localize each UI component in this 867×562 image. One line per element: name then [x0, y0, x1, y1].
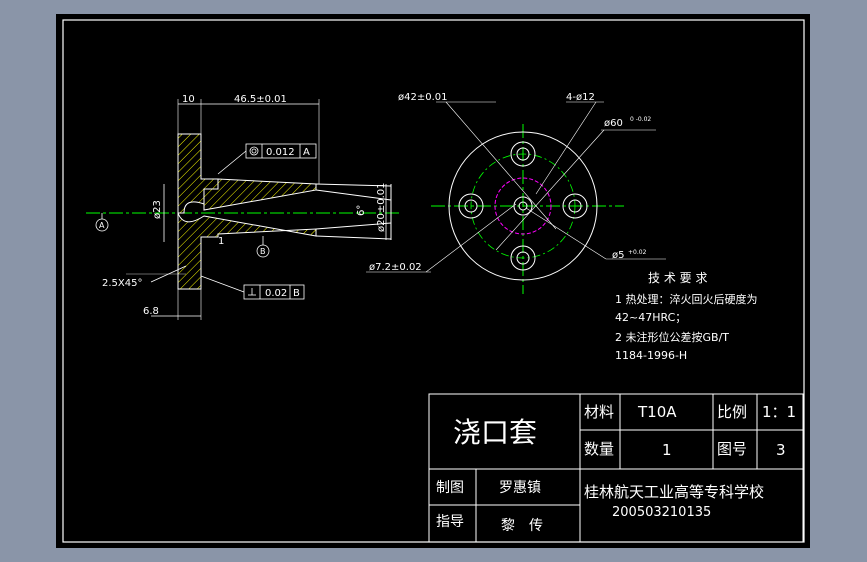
- dim-d5-tol: +0.02: [628, 249, 647, 256]
- tol-ref-b: B: [293, 288, 300, 299]
- plan-view: ø42±0.01 4-ø12 ø60 0 -0.02 ø7.2±0.02 ø5 …: [366, 92, 666, 294]
- dim-6deg: 6°: [356, 205, 367, 216]
- qty-value: 1: [662, 441, 672, 459]
- dim-d72: ø7.2±0.02: [369, 262, 422, 273]
- notes-line-3: 2 未注形位公差按GB/T: [615, 330, 729, 344]
- cad-drawing: 10 46.5±0.01 0.012 A ø23 ø20±0.01 6° 1 2…: [62, 19, 805, 543]
- drawn-value: 罗惠镇: [499, 480, 541, 496]
- notes-line-2: 42~47HRC；: [615, 311, 686, 324]
- datum-b-label: B: [260, 247, 266, 256]
- lower-hatch: [177, 212, 317, 290]
- dim-d60: ø60: [604, 118, 623, 129]
- drawn-label: 制图: [436, 480, 464, 496]
- dim-d20: ø20±0.01: [376, 183, 387, 233]
- material-label: 材料: [584, 403, 614, 421]
- dim-10: 10: [182, 94, 195, 105]
- part-name: 浇口套: [453, 416, 537, 449]
- scale-label: 比例: [717, 403, 747, 421]
- scale-value: 1：1: [762, 403, 796, 421]
- section-view: 10 46.5±0.01 0.012 A ø23 ø20±0.01 6° 1 2…: [86, 94, 401, 320]
- school-name: 桂林航天工业高等专科学校: [584, 483, 764, 501]
- dim-d23: ø23: [152, 200, 163, 219]
- dim-46: 46.5±0.01: [234, 94, 287, 105]
- drawing-sheet: 10 46.5±0.01 0.012 A ø23 ø20±0.01 6° 1 2…: [56, 14, 810, 548]
- notes-line-1: 1 热处理：淬火回火后硬度为: [615, 292, 758, 306]
- dim-d60-tol: 0 -0.02: [630, 116, 651, 123]
- guide-value: 黎 传: [501, 518, 543, 534]
- tol-ref-a: A: [303, 147, 310, 158]
- tol-value-a: 0.012: [266, 147, 295, 158]
- material-value: T10A: [637, 403, 677, 421]
- dim-chamfer: 2.5X45°: [102, 278, 142, 289]
- datum-a-label: A: [99, 221, 105, 230]
- dim-holes: 4-ø12: [566, 92, 595, 103]
- drawing-no-label: 图号: [717, 440, 747, 458]
- body-upper-hatch: [203, 178, 317, 211]
- notes-title: 技 术 要 求: [648, 271, 707, 285]
- dim-d5: ø5: [612, 250, 624, 261]
- dim-1: 1: [218, 236, 224, 247]
- guide-label: 指导: [436, 514, 464, 530]
- technical-requirements: 技 术 要 求 1 热处理：淬火回火后硬度为 42~47HRC； 2 未注形位公…: [615, 271, 758, 362]
- tol-value-b: 0.02: [265, 288, 287, 299]
- dim-d42: ø42±0.01: [398, 92, 448, 103]
- dim-6-8: 6.8: [143, 306, 159, 317]
- drawing-no-value: 3: [776, 441, 786, 459]
- student-id: 200503210135: [612, 505, 711, 520]
- qty-label: 数量: [584, 440, 614, 458]
- notes-line-4: 1184-1996-H: [615, 349, 687, 362]
